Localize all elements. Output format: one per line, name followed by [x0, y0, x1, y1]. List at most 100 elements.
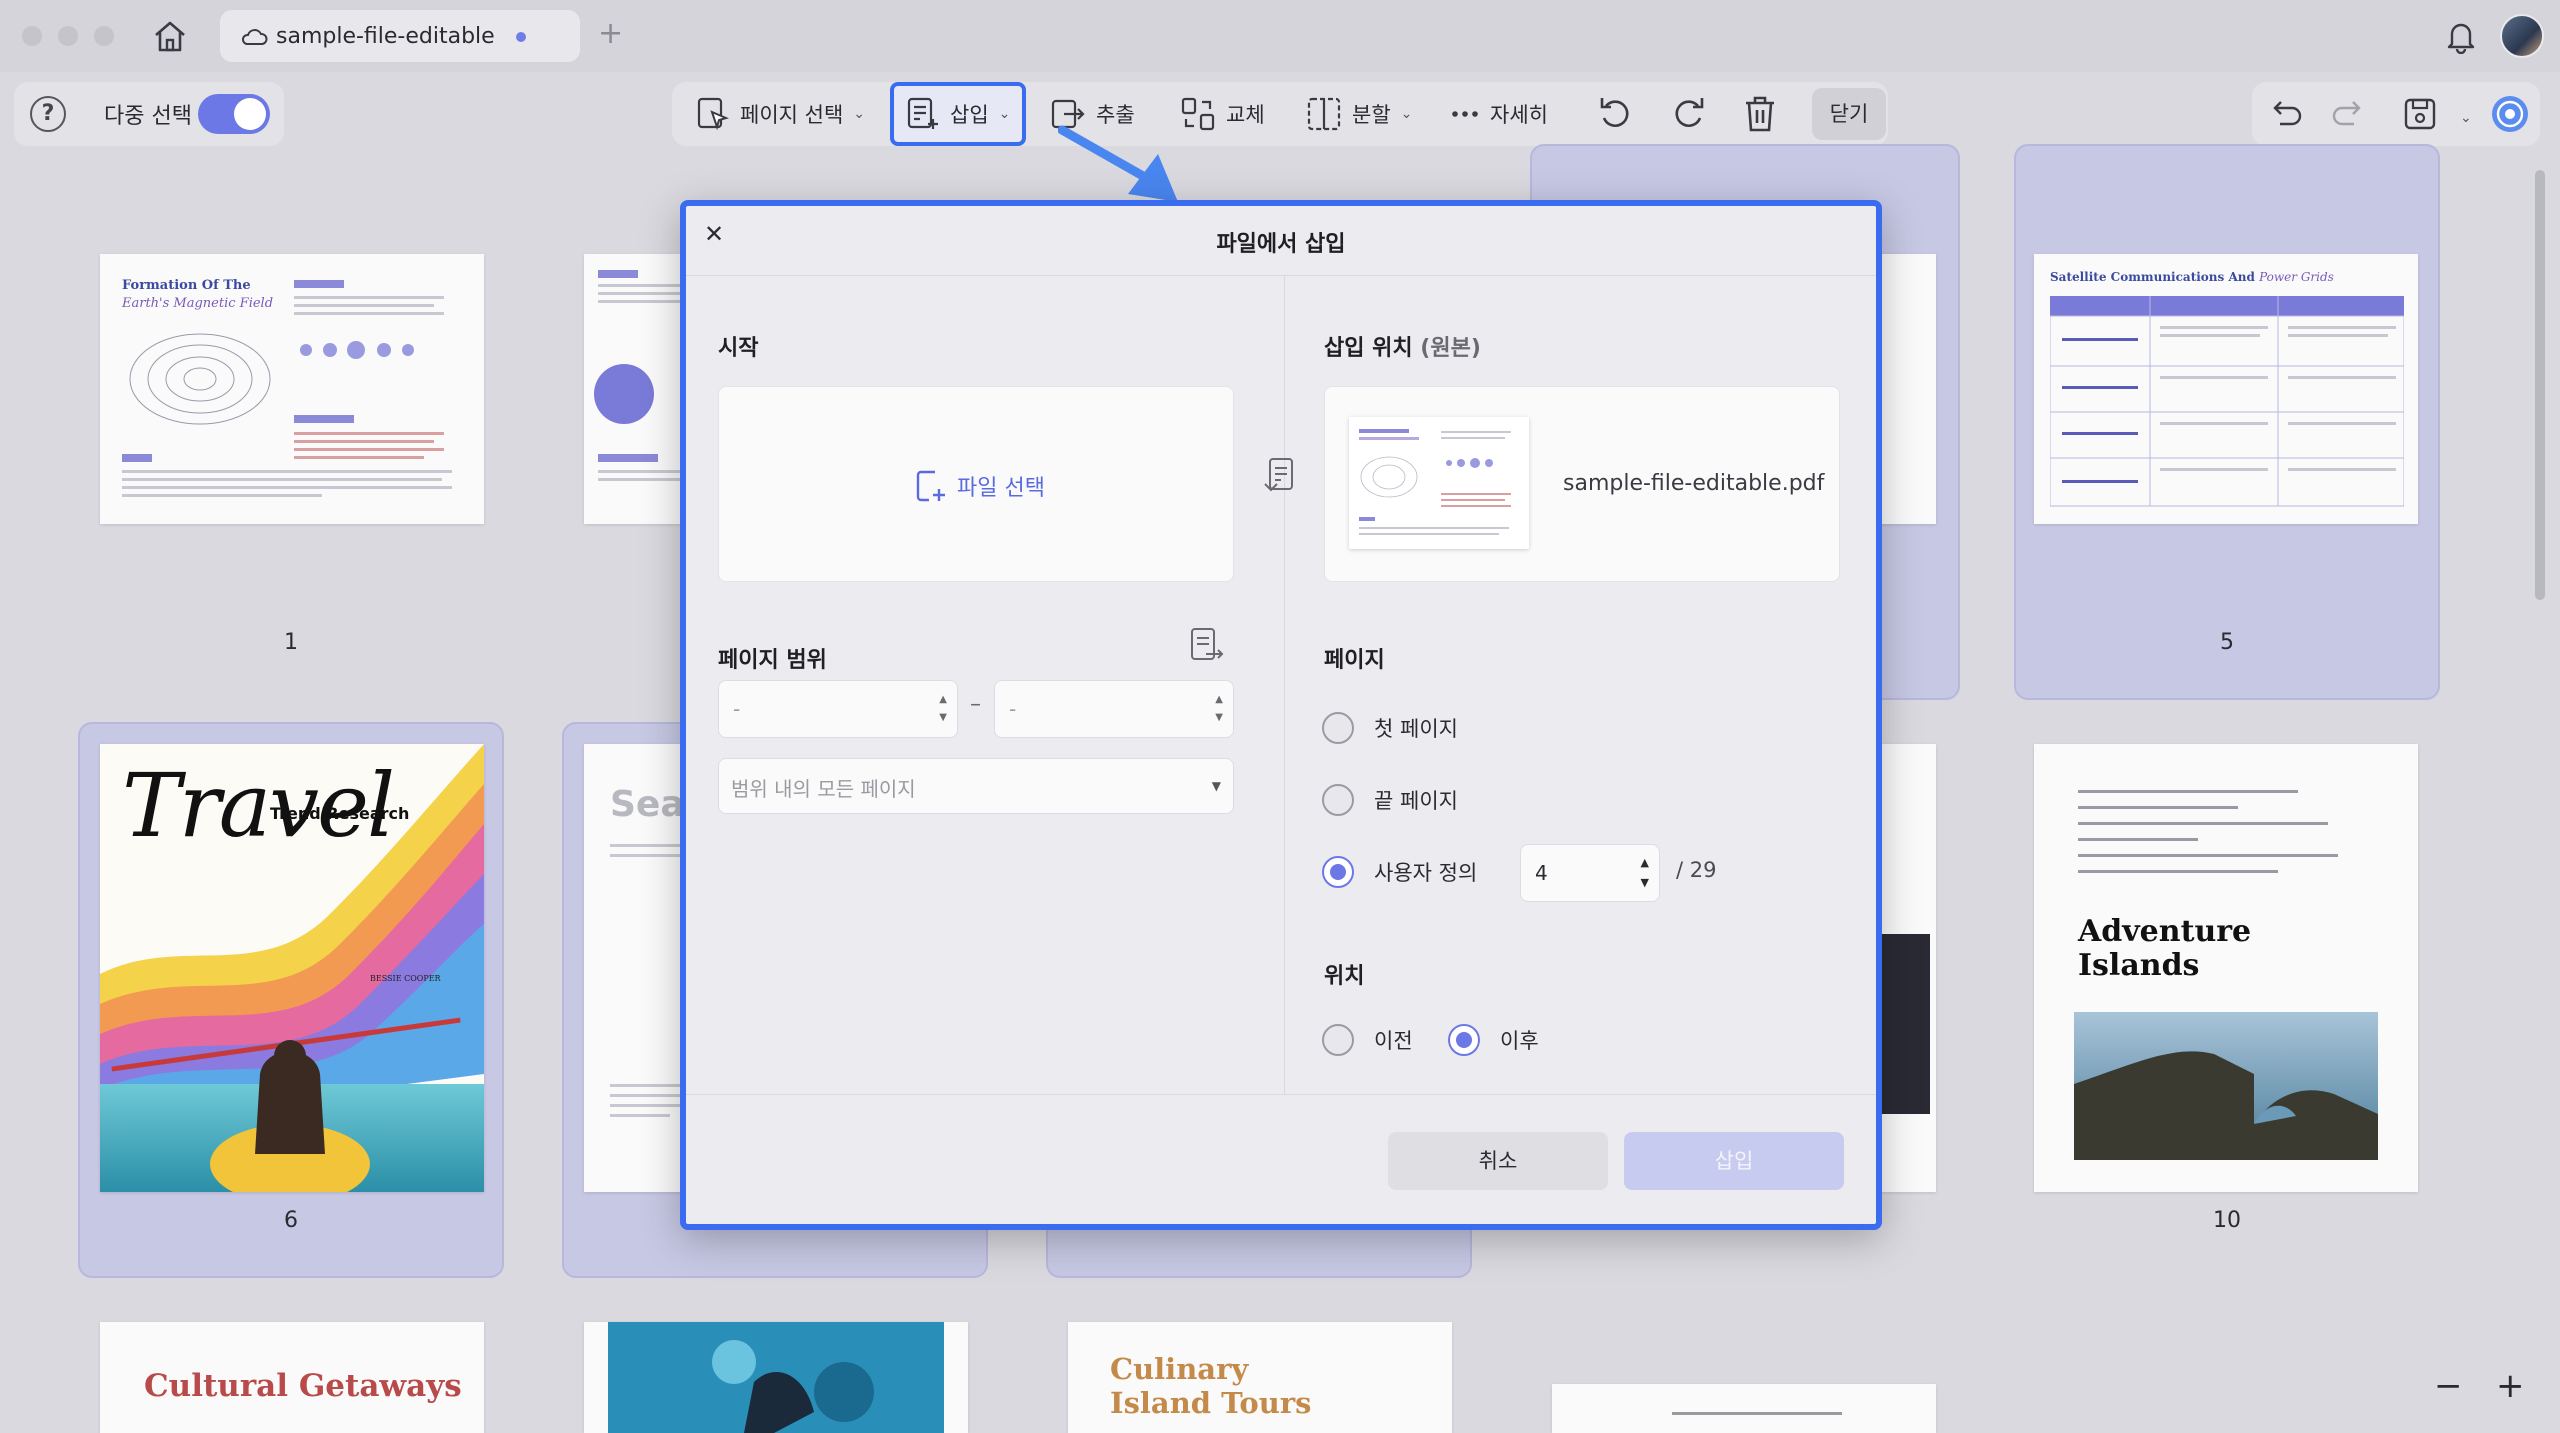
radio-circle[interactable]	[1322, 712, 1354, 744]
dialog-column-divider	[1284, 276, 1285, 1094]
page-thumbnail-11[interactable]: Cultural Getaways	[100, 1322, 484, 1433]
more-button[interactable]: 자세히	[1450, 88, 1548, 140]
range-to-input[interactable]: - ▲ ▼	[994, 680, 1234, 738]
page-range-icon[interactable]	[1188, 626, 1224, 664]
page-11-title: Cultural Getaways	[144, 1368, 462, 1404]
page-label: 페이지	[1324, 648, 1385, 673]
window-minimize-control[interactable]	[58, 26, 78, 46]
range-mode-value: 범위 내의 모든 페이지	[731, 777, 916, 801]
range-to-stepper[interactable]: ▲ ▼	[1215, 691, 1223, 727]
trash-icon[interactable]	[1738, 92, 1782, 136]
bell-icon[interactable]	[2444, 18, 2478, 55]
page-10-title-line2: Islands	[2078, 948, 2200, 983]
close-button[interactable]: 닫기	[1812, 88, 1886, 140]
toggle-knob	[234, 98, 266, 130]
rotate-left-icon[interactable]	[1594, 92, 1638, 136]
page-9-photo	[1880, 934, 1930, 1114]
target-file-thumbnail	[1349, 417, 1529, 549]
radio-before-label: 이전	[1374, 1029, 1413, 1053]
redo-icon[interactable]	[2326, 92, 2370, 136]
range-from-stepper[interactable]: ▲ ▼	[939, 691, 947, 727]
page-thumbnail-14[interactable]	[1552, 1384, 1936, 1433]
avatar[interactable]	[2500, 14, 2544, 58]
travel-cover-subtitle: Trend Research	[270, 804, 410, 823]
window-zoom-control[interactable]	[94, 26, 114, 46]
radio-after[interactable]: 이후	[1448, 1024, 1539, 1056]
insert-position-label: 삽입 위치 (원본)	[1324, 330, 1481, 362]
insert-position-text: 삽입 위치	[1324, 336, 1413, 361]
custom-page-stepper[interactable]: 4 ▲ ▼	[1520, 844, 1660, 902]
zoom-in-button[interactable]: +	[2496, 1366, 2525, 1406]
swap-files-icon[interactable]	[1263, 456, 1299, 496]
add-file-icon	[916, 470, 945, 502]
save-icon[interactable]	[2398, 92, 2442, 136]
radio-after-label: 이후	[1500, 1029, 1539, 1053]
document-tab[interactable]: sample-file-editable	[220, 10, 580, 62]
page-thumbnail-5[interactable]: Satellite Communications And Power Grids	[2034, 254, 2418, 524]
cloud-icon	[241, 29, 268, 45]
save-options-button[interactable]: ⌄	[2450, 92, 2472, 144]
page-select-button[interactable]: 페이지 선택 ⌄	[696, 88, 865, 140]
vertical-scrollbar[interactable]	[2535, 170, 2545, 600]
split-icon	[1307, 97, 1341, 131]
dialog-title: 파일에서 삽입	[1216, 232, 1346, 257]
insert-button[interactable]: 삽입 ⌄	[906, 88, 1010, 140]
page-7-title: Sea	[610, 784, 685, 825]
file-drop-zone[interactable]: 파일 선택	[718, 386, 1234, 582]
multi-select-label: 다중 선택	[104, 104, 192, 129]
page-5-table	[2050, 296, 2404, 507]
page-1-subtitle: Earth's Magnetic Field	[122, 296, 274, 311]
page-1-title: Formation Of The	[122, 278, 251, 293]
cancel-button[interactable]: 취소	[1388, 1132, 1608, 1190]
start-label: 시작	[718, 336, 759, 361]
radio-before[interactable]: 이전	[1322, 1024, 1413, 1056]
page-thumbnail-6[interactable]: Travel Trend Research BESSIE COOPER	[100, 744, 484, 1192]
window-close-control[interactable]	[22, 26, 42, 46]
page-thumbnail-13[interactable]: Culinary Island Tours	[1068, 1322, 1452, 1433]
radio-circle[interactable]	[1322, 1024, 1354, 1056]
home-icon[interactable]	[150, 18, 190, 54]
rotate-right-icon[interactable]	[1666, 92, 1710, 136]
zoom-out-button[interactable]: −	[2434, 1366, 2463, 1406]
insert-confirm-button[interactable]: 삽입	[1624, 1132, 1844, 1190]
range-dash: –	[970, 692, 981, 717]
multi-select-toggle[interactable]	[198, 94, 270, 134]
insert-position-suffix: (원본)	[1420, 336, 1481, 361]
page-thumbnail-12[interactable]	[584, 1322, 968, 1433]
radio-circle-selected[interactable]	[1448, 1024, 1480, 1056]
radio-circle[interactable]	[1322, 784, 1354, 816]
unsaved-dot	[516, 32, 526, 42]
travel-cover-author: BESSIE COOPER	[370, 974, 441, 983]
file-select-button[interactable]: 파일 선택	[915, 469, 1045, 503]
target-file-preview	[1359, 429, 1511, 535]
ai-assistant-icon[interactable]	[2488, 92, 2532, 136]
page-thumbnail-1[interactable]: Formation Of The Earth's Magnetic Field	[100, 254, 484, 524]
chevron-down-icon: ⌄	[1400, 106, 1413, 122]
insert-icon	[907, 97, 938, 129]
radio-last-page[interactable]: 끝 페이지	[1322, 784, 1458, 816]
title-bar: sample-file-editable +	[0, 0, 2560, 72]
add-tab-button[interactable]: +	[598, 16, 623, 51]
range-from-input[interactable]: - ▲ ▼	[718, 680, 958, 738]
help-icon[interactable]: ?	[30, 96, 66, 132]
page-thumbnail-10[interactable]: Adventure Islands	[2034, 744, 2418, 1192]
caret-down-icon: ▼	[1211, 779, 1221, 793]
page-10-title-line1: Adventure	[2078, 914, 2252, 949]
undo-icon[interactable]	[2264, 92, 2308, 136]
radio-last-page-label: 끝 페이지	[1374, 789, 1458, 813]
custom-page-spin-buttons[interactable]: ▲ ▼	[1641, 853, 1649, 893]
file-select-label: 파일 선택	[957, 476, 1045, 501]
radio-first-page[interactable]: 첫 페이지	[1322, 712, 1458, 744]
range-mode-select[interactable]: 범위 내의 모든 페이지 ▼	[718, 758, 1234, 814]
page-14-content	[1672, 1412, 1842, 1415]
page-13-title-line1: Culinary	[1110, 1352, 1249, 1386]
replace-label: 교체	[1226, 103, 1265, 127]
chevron-down-icon: ⌄	[853, 106, 866, 122]
replace-button[interactable]: 교체	[1180, 88, 1265, 140]
page-5-title-italic: Power Grids	[2259, 270, 2334, 284]
radio-custom[interactable]: 사용자 정의	[1322, 856, 1477, 888]
split-button[interactable]: 분할 ⌄	[1306, 88, 1412, 140]
underwater-photo	[608, 1322, 944, 1433]
total-pages: / 29	[1676, 858, 1717, 882]
radio-circle-selected[interactable]	[1322, 856, 1354, 888]
